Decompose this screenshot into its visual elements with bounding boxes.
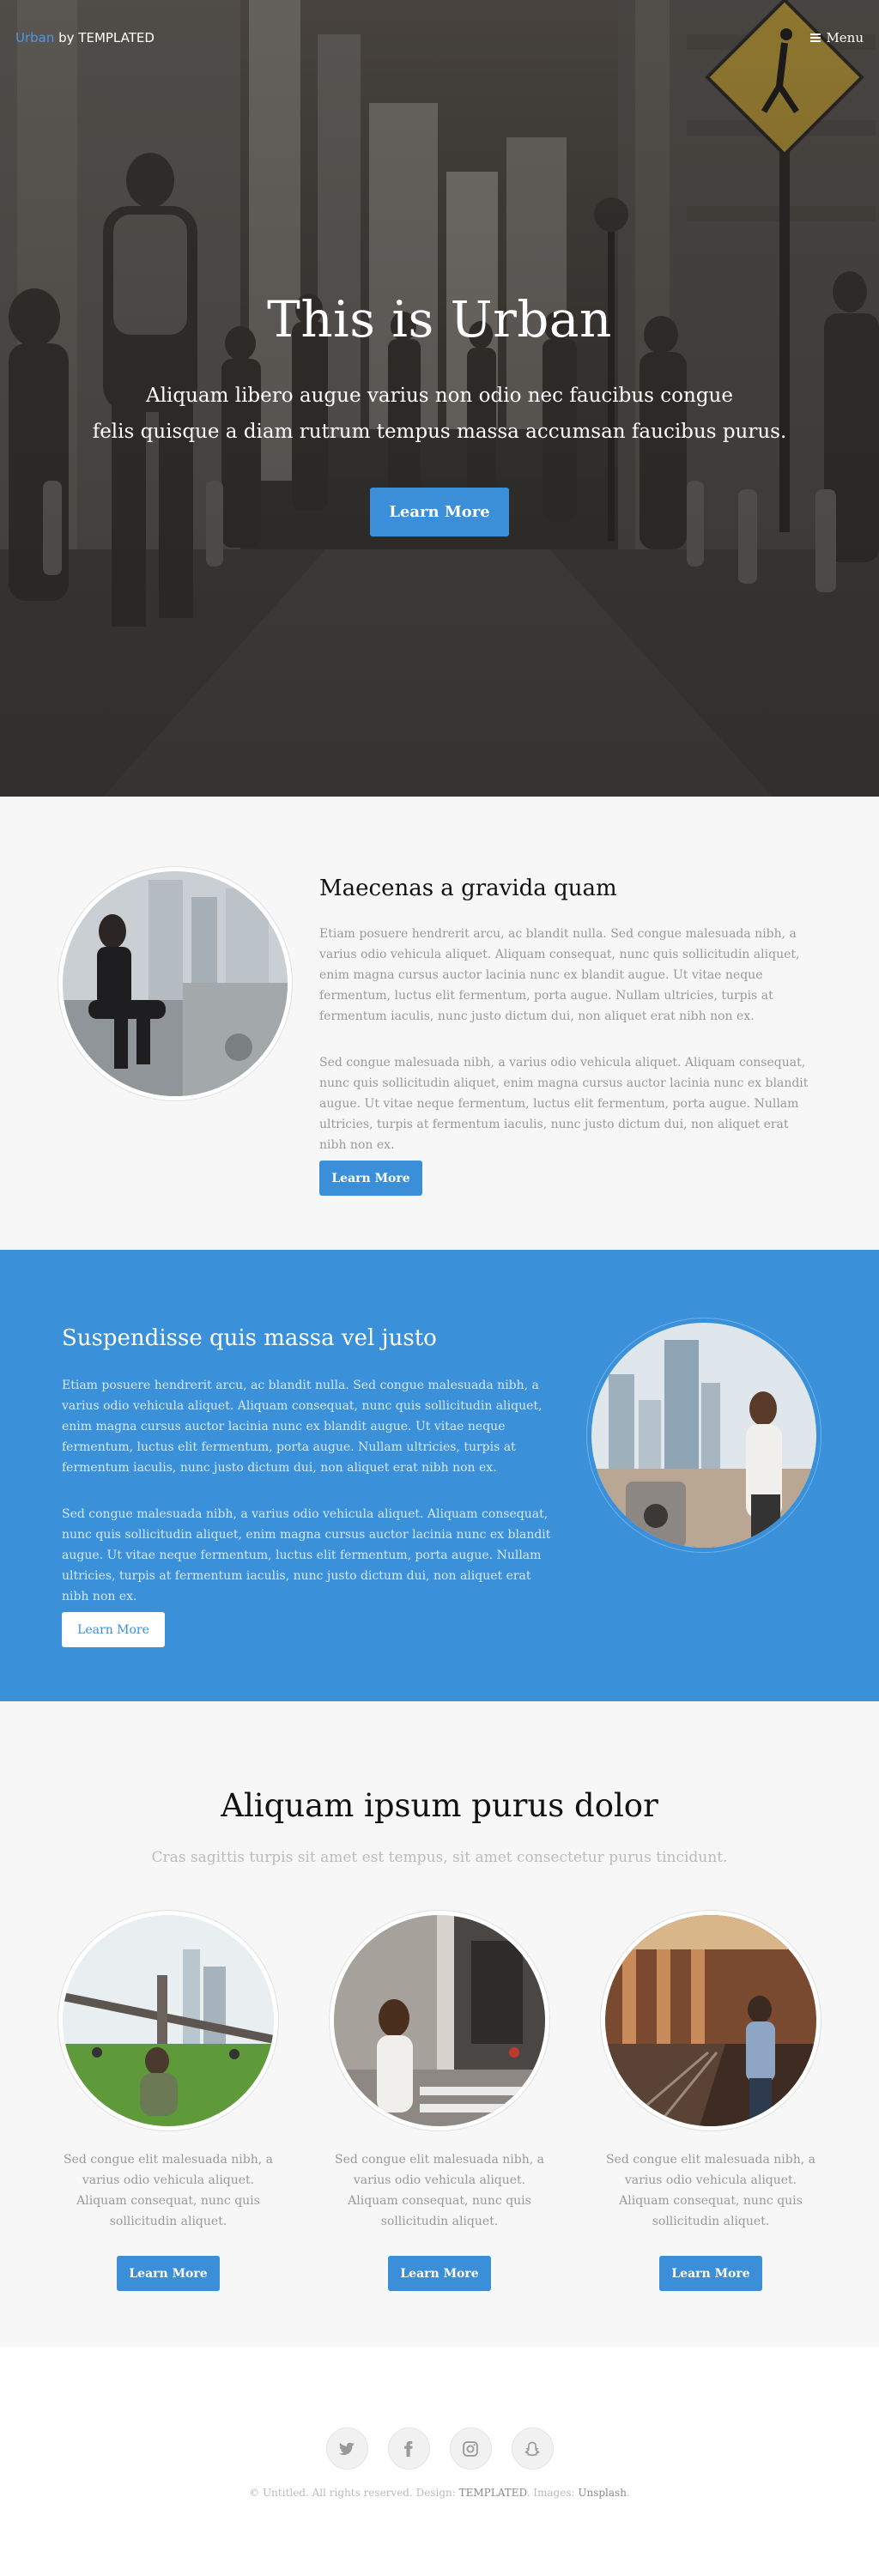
feature-1-image-frame: [58, 867, 292, 1100]
feature-2-image: [591, 1323, 816, 1548]
hamburger-icon: [810, 33, 821, 42]
snapchat-link[interactable]: [512, 2428, 553, 2469]
facebook-link[interactable]: [388, 2428, 429, 2469]
feature-1-title: Maecenas a gravida quam: [319, 876, 617, 901]
images-prefix: . Images:: [526, 2487, 579, 2499]
section-3-title: Aliquam ipsum purus dolor: [221, 1787, 658, 1824]
feature-2-image-frame: [587, 1318, 821, 1552]
card-3-learn-more-button[interactable]: Learn More: [659, 2256, 762, 2291]
top-navbar: Urban by TEMPLATED Menu: [0, 0, 879, 76]
card-2-image: [334, 1915, 545, 2126]
copyright-prefix: © Untitled. All rights reserved. Design:: [249, 2487, 459, 2499]
instagram-icon: [463, 2440, 478, 2457]
twitter-link[interactable]: [326, 2428, 367, 2469]
feature-section-1: Maecenas a gravida quam Etiam posuere he…: [0, 797, 879, 1250]
snapchat-icon: [524, 2441, 540, 2456]
card-2-learn-more-button[interactable]: Learn More: [388, 2256, 491, 2291]
card-1-learn-more-button[interactable]: Learn More: [117, 2256, 220, 2291]
hero-title: This is Urban: [267, 290, 612, 349]
hero-learn-more-button[interactable]: Learn More: [370, 488, 509, 536]
card-1-text: Sed congue elit malesuada nibh, a varius…: [63, 2153, 273, 2228]
hero-text-line-2: felis quisque a diam rutrum tempus massa…: [92, 421, 787, 443]
card-2-text: Sed congue elit malesuada nibh, a varius…: [334, 2153, 544, 2228]
feature-2-learn-more-button[interactable]: Learn More: [62, 1612, 165, 1647]
card-2: Sed congue elit malesuada nibh, a varius…: [328, 1911, 551, 2291]
card-2-image-frame: [330, 1911, 549, 2131]
hero-content: This is Urban Aliquam libero augue variu…: [0, 290, 879, 536]
card-1-image: [63, 1915, 274, 2126]
feature-1-learn-more-button[interactable]: Learn More: [319, 1161, 422, 1196]
card-3-text: Sed congue elit malesuada nibh, a varius…: [605, 2153, 815, 2228]
feature-1-paragraph-2: Sed congue malesuada nibh, a varius odio…: [319, 1056, 809, 1152]
card-3-image: [605, 1915, 816, 2126]
feature-2-paragraph-2: Sed congue malesuada nibh, a varius odio…: [62, 1507, 551, 1603]
hero-text: Aliquam libero augue varius non odio nec…: [70, 378, 809, 450]
copyright-text: © Untitled. All rights reserved. Design:…: [0, 2487, 879, 2499]
feature-2-title: Suspendisse quis massa vel justo: [62, 1325, 437, 1351]
copyright-suffix: .: [626, 2487, 630, 2499]
feature-1-image: [63, 871, 288, 1096]
feature-1-paragraph-1: Etiam posuere hendrerit arcu, ac blandit…: [319, 927, 800, 1023]
templated-link[interactable]: TEMPLATED: [459, 2487, 527, 2499]
hero-banner: Urban by TEMPLATED Menu This is Urban Al…: [0, 0, 879, 797]
feature-section-2: Suspendisse quis massa vel justo Etiam p…: [0, 1250, 879, 1701]
social-links: [0, 2428, 879, 2469]
site-logo[interactable]: Urban by TEMPLATED: [15, 30, 155, 45]
card-3: Sed congue elit malesuada nibh, a varius…: [599, 1911, 822, 2291]
card-3-image-frame: [601, 1911, 821, 2131]
menu-label: Menu: [826, 30, 864, 45]
three-column-section: Aliquam ipsum purus dolor Cras sagittis …: [0, 1701, 879, 2347]
logo-brand[interactable]: Urban: [15, 30, 54, 45]
facebook-icon: [404, 2440, 413, 2457]
footer: © Untitled. All rights reserved. Design:…: [0, 2347, 879, 2576]
unsplash-link[interactable]: Unsplash: [578, 2487, 627, 2499]
menu-button[interactable]: Menu: [810, 30, 864, 45]
twitter-icon: [338, 2442, 355, 2455]
instagram-link[interactable]: [450, 2428, 491, 2469]
hero-text-line-1: Aliquam libero augue varius non odio nec…: [146, 385, 733, 407]
logo-by: by TEMPLATED: [54, 30, 155, 45]
feature-2-paragraph-1: Etiam posuere hendrerit arcu, ac blandit…: [62, 1379, 543, 1475]
card-1: Sed congue elit malesuada nibh, a varius…: [57, 1911, 280, 2291]
card-1-image-frame: [58, 1911, 278, 2131]
section-3-subtitle: Cras sagittis turpis sit amet est tempus…: [151, 1849, 728, 1866]
